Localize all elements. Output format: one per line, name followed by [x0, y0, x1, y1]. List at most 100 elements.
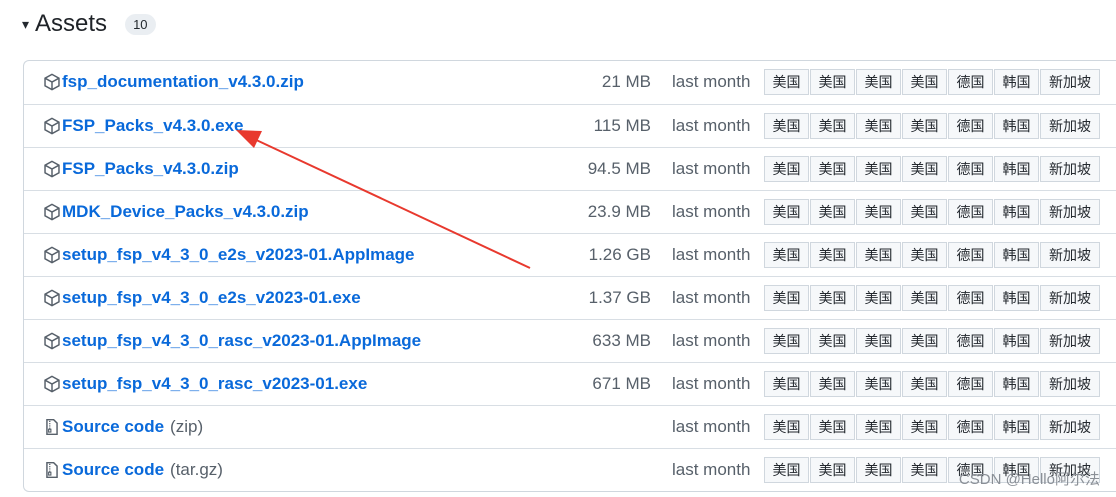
assets-count-badge: 10	[125, 13, 156, 35]
asset-name: FSP_Packs_v4.3.0.exe	[62, 116, 244, 135]
asset-link[interactable]: fsp_documentation_v4.3.0.zip	[43, 61, 304, 103]
asset-link[interactable]: setup_fsp_v4_3_0_rasc_v2023-01.exe	[43, 363, 367, 405]
asset-size: 1.37 GB	[588, 288, 651, 307]
assets-title: Assets	[35, 10, 108, 37]
mirror-button[interactable]: 德国	[948, 69, 993, 95]
mirror-button[interactable]: 美国	[856, 242, 901, 268]
mirror-button[interactable]: 德国	[948, 113, 993, 139]
mirror-button[interactable]: 美国	[856, 156, 901, 182]
mirror-button[interactable]: 美国	[856, 113, 901, 139]
mirror-button[interactable]: 韩国	[994, 199, 1039, 225]
mirror-button[interactable]: 德国	[948, 414, 993, 440]
mirror-button[interactable]: 美国	[810, 113, 855, 139]
mirror-button[interactable]: 美国	[810, 285, 855, 311]
package-icon	[43, 203, 61, 221]
mirror-button[interactable]: 德国	[948, 371, 993, 397]
mirror-button[interactable]: 美国	[902, 199, 947, 225]
mirror-button[interactable]: 美国	[764, 285, 809, 311]
mirror-button[interactable]: 新加坡	[1040, 113, 1100, 139]
mirror-button[interactable]: 美国	[856, 199, 901, 225]
mirror-button[interactable]: 美国	[810, 328, 855, 354]
mirror-button[interactable]: 美国	[810, 242, 855, 268]
mirror-button[interactable]: 新加坡	[1040, 242, 1100, 268]
mirror-button[interactable]: 美国	[856, 457, 901, 483]
mirror-button[interactable]: 美国	[902, 156, 947, 182]
mirror-button[interactable]: 美国	[764, 457, 809, 483]
mirror-button[interactable]: 新加坡	[1040, 199, 1100, 225]
mirror-buttons: 美国 美国 美国 美国 德国 韩国 新加坡	[764, 414, 1101, 440]
asset-name: setup_fsp_v4_3_0_rasc_v2023-01.exe	[62, 374, 368, 393]
asset-link[interactable]: MDK_Device_Packs_v4.3.0.zip	[43, 191, 309, 233]
mirror-buttons: 美国 美国 美国 美国 德国 韩国 新加坡	[764, 328, 1101, 354]
asset-link[interactable]: setup_fsp_v4_3_0_rasc_v2023-01.AppImage	[43, 320, 421, 362]
asset-date: last month	[672, 116, 751, 135]
mirror-button[interactable]: 美国	[764, 156, 809, 182]
asset-link[interactable]: FSP_Packs_v4.3.0.zip	[43, 148, 239, 190]
mirror-button[interactable]: 美国	[764, 242, 809, 268]
asset-link[interactable]: Source code (zip)	[43, 406, 203, 448]
mirror-button[interactable]: 韩国	[994, 328, 1039, 354]
asset-size: 1.26 GB	[588, 245, 651, 264]
mirror-button[interactable]: 美国	[856, 69, 901, 95]
mirror-button[interactable]: 美国	[810, 457, 855, 483]
asset-name: Source code	[62, 417, 165, 436]
asset-link[interactable]: setup_fsp_v4_3_0_e2s_v2023-01.exe	[43, 277, 361, 319]
mirror-button[interactable]: 美国	[902, 414, 947, 440]
mirror-button[interactable]: 新加坡	[1040, 156, 1100, 182]
mirror-button[interactable]: 韩国	[994, 242, 1039, 268]
mirror-button[interactable]: 美国	[764, 199, 809, 225]
package-icon	[43, 117, 61, 135]
mirror-button[interactable]: 美国	[856, 414, 901, 440]
mirror-button[interactable]: 美国	[764, 113, 809, 139]
mirror-button[interactable]: 新加坡	[1040, 414, 1100, 440]
assets-header[interactable]: ▾ Assets 10	[22, 8, 156, 40]
mirror-button[interactable]: 美国	[856, 371, 901, 397]
mirror-button[interactable]: 美国	[856, 285, 901, 311]
mirror-buttons: 美国 美国 美国 美国 德国 韩国 新加坡	[764, 371, 1101, 397]
mirror-button[interactable]: 德国	[948, 328, 993, 354]
mirror-button[interactable]: 美国	[902, 242, 947, 268]
mirror-button[interactable]: 美国	[902, 69, 947, 95]
mirror-button[interactable]: 德国	[948, 242, 993, 268]
mirror-button[interactable]: 新加坡	[1040, 371, 1100, 397]
mirror-button[interactable]: 韩国	[994, 414, 1039, 440]
mirror-button[interactable]: 韩国	[994, 285, 1039, 311]
mirror-button[interactable]: 美国	[810, 414, 855, 440]
asset-date: last month	[672, 159, 751, 178]
mirror-button[interactable]: 美国	[764, 69, 809, 95]
asset-size: 94.5 MB	[587, 159, 651, 178]
mirror-button[interactable]: 美国	[902, 113, 947, 139]
mirror-button[interactable]: 新加坡	[1040, 328, 1100, 354]
file-zip-icon	[43, 418, 61, 436]
mirror-button[interactable]: 美国	[902, 285, 947, 311]
mirror-button[interactable]: 德国	[948, 285, 993, 311]
mirror-button[interactable]: 美国	[856, 328, 901, 354]
asset-date: last month	[672, 417, 751, 436]
mirror-button[interactable]: 德国	[948, 156, 993, 182]
mirror-button[interactable]: 美国	[764, 371, 809, 397]
mirror-button[interactable]: 美国	[810, 156, 855, 182]
asset-link[interactable]: Source code (tar.gz)	[43, 449, 223, 491]
asset-date: last month	[672, 288, 751, 307]
mirror-button[interactable]: 美国	[902, 371, 947, 397]
mirror-button[interactable]: 韩国	[994, 371, 1039, 397]
mirror-button[interactable]: 新加坡	[1040, 285, 1100, 311]
mirror-button[interactable]: 美国	[902, 328, 947, 354]
asset-row: FSP_Packs_v4.3.0.zip 94.5 MB last month 美国美…	[24, 147, 1116, 190]
mirror-button[interactable]: 美国	[810, 69, 855, 95]
mirror-button[interactable]: 韩国	[994, 69, 1039, 95]
asset-link[interactable]: FSP_Packs_v4.3.0.exe	[43, 105, 243, 147]
mirror-button[interactable]: 美国	[902, 457, 947, 483]
asset-size: 23.9 MB	[587, 202, 651, 221]
mirror-button[interactable]: 韩国	[994, 113, 1039, 139]
mirror-button[interactable]: 新加坡	[1040, 69, 1100, 95]
mirror-button[interactable]: 韩国	[994, 156, 1039, 182]
caret-down-icon[interactable]: ▾	[22, 16, 29, 33]
mirror-button[interactable]: 美国	[810, 371, 855, 397]
asset-link[interactable]: setup_fsp_v4_3_0_e2s_v2023-01.AppImage	[43, 234, 415, 276]
mirror-button[interactable]: 美国	[764, 328, 809, 354]
mirror-button[interactable]: 德国	[948, 199, 993, 225]
mirror-button[interactable]: 美国	[764, 414, 809, 440]
mirror-button[interactable]: 美国	[810, 199, 855, 225]
asset-size: 671 MB	[592, 374, 651, 393]
